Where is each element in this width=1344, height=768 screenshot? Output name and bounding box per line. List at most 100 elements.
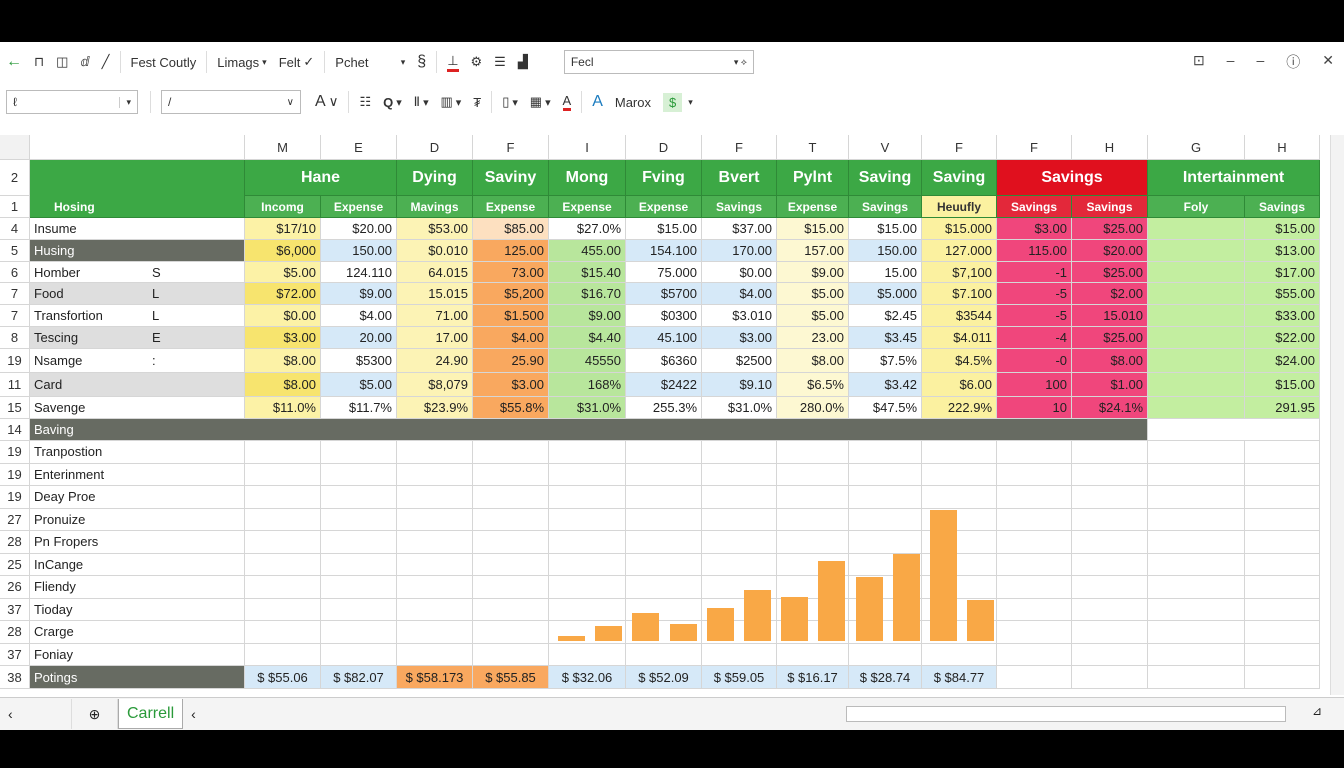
cell[interactable] [549, 531, 626, 554]
row-sub-label[interactable] [150, 373, 245, 397]
data-cell[interactable]: -4 [997, 327, 1072, 349]
data-cell[interactable]: $3.00 [245, 327, 321, 349]
row-header[interactable]: 19 [0, 463, 30, 486]
cell[interactable] [1245, 553, 1320, 576]
data-cell[interactable]: $13.00 [1245, 240, 1320, 262]
name-box[interactable]: ℓ ▾ [6, 90, 138, 114]
totals-label[interactable]: Potings [30, 666, 245, 689]
cell[interactable] [1072, 441, 1148, 464]
sub-header[interactable]: Expense [321, 196, 397, 218]
column-header[interactable]: M [245, 135, 321, 160]
data-cell[interactable]: $0300 [626, 305, 702, 327]
data-cell[interactable]: $2.00 [1072, 283, 1148, 305]
data-cell[interactable]: $47.5% [849, 397, 922, 419]
column-header[interactable]: D [626, 135, 702, 160]
cell[interactable] [1245, 621, 1320, 644]
cell[interactable] [702, 441, 777, 464]
data-cell[interactable]: $9.00 [777, 262, 849, 283]
data-cell[interactable]: 64.015 [397, 262, 473, 283]
row-header[interactable]: 38 [0, 666, 30, 689]
sub-header[interactable]: Expense [777, 196, 849, 218]
total-cell[interactable]: $ $55.85 [473, 666, 549, 689]
column-header[interactable]: F [922, 135, 997, 160]
data-cell[interactable]: $17/10 [245, 218, 321, 240]
data-cell[interactable]: $24.1% [1072, 397, 1148, 419]
cell[interactable] [1072, 643, 1148, 666]
data-cell[interactable]: $3.00 [702, 327, 777, 349]
cell[interactable] [321, 508, 397, 531]
cell[interactable] [245, 598, 321, 621]
data-cell[interactable]: 15.010 [1072, 305, 1148, 327]
cell[interactable] [1148, 508, 1245, 531]
cell[interactable] [777, 441, 849, 464]
cell[interactable] [702, 553, 777, 576]
row-header[interactable]: 28 [0, 531, 30, 554]
sub-header[interactable]: Savings [849, 196, 922, 218]
cell[interactable] [1245, 531, 1320, 554]
brush-icon[interactable]: ⅆ [80, 54, 89, 70]
row-label[interactable]: Tranpostion [30, 441, 245, 464]
cell[interactable] [245, 621, 321, 644]
cell[interactable] [397, 508, 473, 531]
cell[interactable] [997, 643, 1072, 666]
row-sub-label[interactable]: S [150, 262, 245, 283]
data-cell[interactable]: -1 [997, 262, 1072, 283]
data-cell[interactable] [1148, 218, 1245, 240]
cell[interactable] [473, 441, 549, 464]
data-cell[interactable]: $16.70 [549, 283, 626, 305]
style-label[interactable]: Marox [615, 95, 651, 110]
cell[interactable] [1148, 643, 1245, 666]
data-cell[interactable]: $3.45 [849, 327, 922, 349]
cell[interactable] [1148, 463, 1245, 486]
row-header[interactable]: 19 [0, 486, 30, 509]
sub-header[interactable]: Foly [1148, 196, 1245, 218]
cell[interactable] [549, 643, 626, 666]
data-cell[interactable]: $3544 [922, 305, 997, 327]
cell[interactable] [626, 553, 702, 576]
data-cell[interactable]: $85.00 [473, 218, 549, 240]
row-header[interactable]: 2 [0, 160, 30, 196]
data-cell[interactable]: -0 [997, 349, 1072, 373]
data-cell[interactable]: $3.00 [997, 218, 1072, 240]
row-header[interactable]: 19 [0, 349, 30, 373]
row-label[interactable]: Savenge [30, 397, 150, 419]
data-cell[interactable]: $8,079 [397, 373, 473, 397]
total-cell[interactable]: $ $16.17 [777, 666, 849, 689]
data-cell[interactable]: $37.00 [702, 218, 777, 240]
data-cell[interactable]: 124.110 [321, 262, 397, 283]
data-cell[interactable]: $4.40 [549, 327, 626, 349]
caret-down-icon[interactable]: ▾ [688, 97, 693, 108]
group-header[interactable]: Intertainment [1148, 160, 1320, 196]
cell[interactable] [321, 553, 397, 576]
column-header[interactable]: I [549, 135, 626, 160]
data-cell[interactable]: $7.5% [849, 349, 922, 373]
data-cell[interactable]: 73.00 [473, 262, 549, 283]
group-header[interactable]: Saving [922, 160, 997, 196]
cell[interactable] [397, 463, 473, 486]
cell[interactable] [1245, 643, 1320, 666]
column-header[interactable]: V [849, 135, 922, 160]
fill-color-icon[interactable]: ⊥ [447, 53, 459, 72]
data-cell[interactable]: $6,000 [245, 240, 321, 262]
cell[interactable] [997, 576, 1072, 599]
data-cell[interactable]: $8.00 [245, 349, 321, 373]
data-cell[interactable]: $31.0% [702, 397, 777, 419]
data-cell[interactable]: 222.9% [922, 397, 997, 419]
cell[interactable] [321, 576, 397, 599]
group-header[interactable]: Hane [245, 160, 397, 196]
data-cell[interactable]: $2500 [702, 349, 777, 373]
cell[interactable] [849, 643, 922, 666]
cell[interactable] [321, 441, 397, 464]
row-header[interactable]: 28 [0, 621, 30, 644]
cell[interactable] [321, 531, 397, 554]
cell[interactable] [245, 463, 321, 486]
cell[interactable] [702, 486, 777, 509]
cell[interactable] [997, 531, 1072, 554]
data-cell[interactable] [1148, 373, 1245, 397]
data-cell[interactable]: 170.00 [702, 240, 777, 262]
column-header[interactable]: D [397, 135, 473, 160]
data-cell[interactable]: $5.00 [321, 373, 397, 397]
cell[interactable] [777, 508, 849, 531]
data-cell[interactable]: $20.00 [1072, 240, 1148, 262]
row-label[interactable]: Pronuize [30, 508, 245, 531]
